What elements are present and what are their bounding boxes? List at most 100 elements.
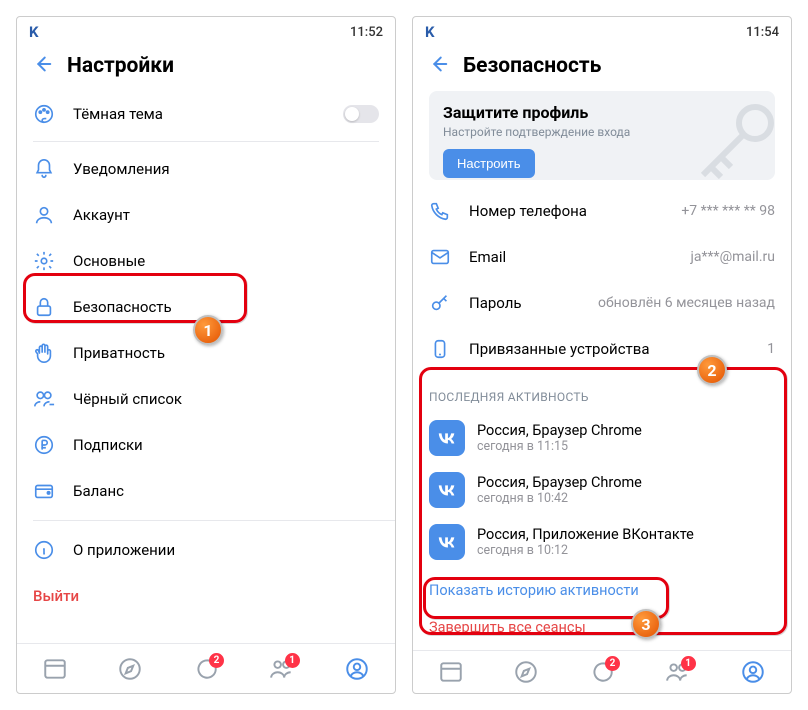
field-value: +7 *** *** ** 98 xyxy=(681,203,775,219)
security-screen: K 11:54 Безопасность Защитите профиль На… xyxy=(412,16,792,694)
vk-app-icon xyxy=(429,472,465,508)
info-icon xyxy=(33,539,55,561)
row-general[interactable]: Основные xyxy=(17,238,395,284)
bottom-nav: 2 1 xyxy=(17,643,395,693)
nav-friends-icon[interactable]: 1 xyxy=(269,656,295,682)
row-label: Чёрный список xyxy=(73,390,379,408)
session-text: Россия, Приложение ВКонтакте сегодня в 1… xyxy=(477,526,694,558)
back-icon[interactable] xyxy=(31,53,53,79)
session-sub: сегодня в 10:42 xyxy=(477,491,642,506)
mail-icon xyxy=(429,246,451,268)
back-icon[interactable] xyxy=(427,53,449,79)
nav-compass-icon[interactable] xyxy=(117,656,143,682)
device-icon xyxy=(429,338,451,360)
session-row[interactable]: Россия, Приложение ВКонтакте сегодня в 1… xyxy=(413,516,791,568)
carrier-label: K xyxy=(425,23,435,41)
row-dark-theme[interactable]: Тёмная тема xyxy=(17,91,395,137)
row-password[interactable]: Пароль обновлён 6 месяцев назад xyxy=(413,280,791,326)
row-balance[interactable]: Баланс xyxy=(17,468,395,514)
friends-badge: 1 xyxy=(285,653,300,668)
chat-badge: 2 xyxy=(605,656,620,671)
carrier-label: K xyxy=(29,23,39,41)
row-blacklist[interactable]: Чёрный список xyxy=(17,376,395,422)
row-label: О приложении xyxy=(73,541,379,559)
ruble-icon xyxy=(33,434,55,456)
nav-profile-icon[interactable] xyxy=(344,656,370,682)
row-label: Баланс xyxy=(73,482,379,500)
field-label: Пароль xyxy=(469,294,580,312)
user-icon xyxy=(33,204,55,226)
session-title: Россия, Браузер Chrome xyxy=(477,422,642,439)
wallet-icon xyxy=(33,480,55,502)
field-label: Email xyxy=(469,248,673,266)
session-text: Россия, Браузер Chrome сегодня в 11:15 xyxy=(477,422,642,454)
settings-list: Тёмная тема Уведомления Аккаунт Основные xyxy=(17,91,395,573)
clock: 11:54 xyxy=(746,25,779,40)
field-value: ja***@mail.ru xyxy=(691,249,775,265)
session-sub: сегодня в 11:15 xyxy=(477,439,642,454)
nav-news-icon[interactable] xyxy=(42,656,68,682)
nav-profile-icon[interactable] xyxy=(740,659,766,685)
users-minus-icon xyxy=(33,388,55,410)
row-label: Безопасность xyxy=(73,298,379,316)
nav-chat-icon[interactable]: 2 xyxy=(589,659,615,685)
row-label: Аккаунт xyxy=(73,206,379,224)
row-label: Приватность xyxy=(73,344,379,362)
field-value: 1 xyxy=(767,341,775,357)
security-fields: Номер телефона +7 *** *** ** 98 Email ja… xyxy=(413,188,791,372)
row-subscriptions[interactable]: Подписки xyxy=(17,422,395,468)
vk-app-icon xyxy=(429,420,465,456)
row-notifications[interactable]: Уведомления xyxy=(17,146,395,192)
session-row[interactable]: Россия, Браузер Chrome сегодня в 10:42 xyxy=(413,464,791,516)
hand-icon xyxy=(33,342,55,364)
show-history-link[interactable]: Показать историю активности xyxy=(413,568,791,609)
logout-button[interactable]: Выйти xyxy=(17,573,395,619)
chat-badge: 2 xyxy=(209,653,224,668)
field-value: обновлён 6 месяцев назад xyxy=(598,295,775,311)
session-title: Россия, Приложение ВКонтакте xyxy=(477,526,694,543)
nav-friends-icon[interactable]: 1 xyxy=(665,659,691,685)
row-email[interactable]: Email ja***@mail.ru xyxy=(413,234,791,280)
session-row[interactable]: Россия, Браузер Chrome сегодня в 11:15 xyxy=(413,412,791,464)
row-devices[interactable]: Привязанные устройства 1 xyxy=(413,326,791,372)
palette-icon xyxy=(33,103,55,125)
row-label: Основные xyxy=(73,252,379,270)
row-privacy[interactable]: Приватность xyxy=(17,330,395,376)
row-security[interactable]: Безопасность xyxy=(17,284,395,330)
nav-chat-icon[interactable]: 2 xyxy=(193,656,219,682)
divider xyxy=(33,520,395,521)
gear-icon xyxy=(33,250,55,272)
row-phone[interactable]: Номер телефона +7 *** *** ** 98 xyxy=(413,188,791,234)
protect-profile-card: Защитите профиль Настройте подтверждение… xyxy=(429,91,775,180)
row-account[interactable]: Аккаунт xyxy=(17,192,395,238)
divider xyxy=(33,141,379,142)
page-title: Настройки xyxy=(67,54,174,78)
row-label: Уведомления xyxy=(73,160,379,178)
header: Настройки xyxy=(17,43,395,91)
status-bar: K 11:54 xyxy=(413,17,791,43)
bell-icon xyxy=(33,158,55,180)
nav-news-icon[interactable] xyxy=(438,659,464,685)
activity-section-title: ПОСЛЕДНЯЯ АКТИВНОСТЬ xyxy=(413,372,791,412)
session-sub: сегодня в 10:12 xyxy=(477,543,694,558)
session-text: Россия, Браузер Chrome сегодня в 10:42 xyxy=(477,474,642,506)
end-all-sessions-link[interactable]: Завершить все сеансы xyxy=(413,609,791,650)
vk-app-icon xyxy=(429,524,465,560)
promo-configure-button[interactable]: Настроить xyxy=(443,149,535,178)
phone-icon xyxy=(429,200,451,222)
row-label: Подписки xyxy=(73,436,379,454)
key-icon xyxy=(429,292,451,314)
clock: 11:52 xyxy=(350,25,383,40)
settings-screen: K 11:52 Настройки Тёмная тема Уведомлени… xyxy=(16,16,396,694)
lock-icon xyxy=(33,296,55,318)
row-about[interactable]: О приложении xyxy=(17,527,395,573)
key-icon xyxy=(683,99,775,179)
nav-compass-icon[interactable] xyxy=(513,659,539,685)
page-title: Безопасность xyxy=(463,54,601,78)
dark-theme-label: Тёмная тема xyxy=(73,105,325,123)
header: Безопасность xyxy=(413,43,791,91)
field-label: Номер телефона xyxy=(469,202,663,220)
dark-theme-toggle[interactable] xyxy=(343,105,379,123)
bottom-nav: 2 1 xyxy=(413,650,791,693)
field-label: Привязанные устройства xyxy=(469,340,749,358)
